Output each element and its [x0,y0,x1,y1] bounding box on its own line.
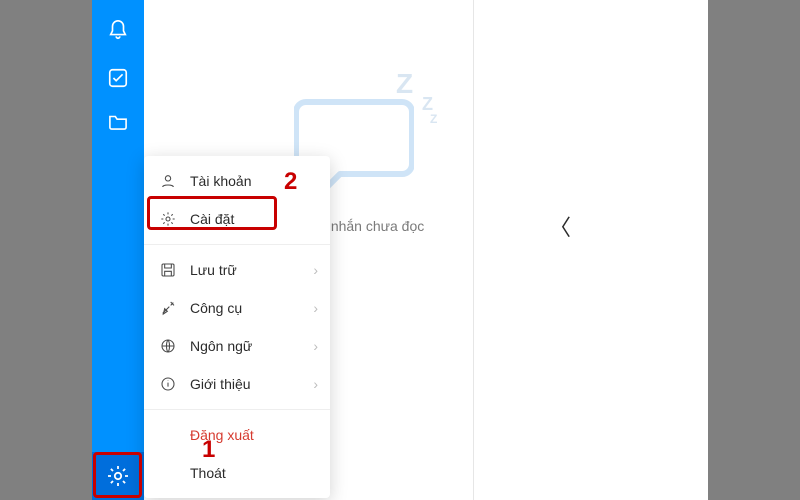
chevron-right-icon: › [313,338,318,354]
menu-item-label: Ngôn ngữ [190,338,252,354]
user-icon [158,173,178,189]
menu-item-account[interactable]: Tài khoản [144,162,330,200]
menu-item-label: Công cụ [190,300,242,316]
menu-separator [144,244,330,245]
menu-item-label: Tài khoản [190,173,251,189]
tools-icon [158,300,178,316]
menu-item-tools[interactable]: Công cụ › [144,289,330,327]
menu-item-label: Cài đặt [190,211,234,227]
menu-item-label: Giới thiệu [190,376,251,392]
menu-item-settings[interactable]: Cài đặt [144,200,330,238]
menu-item-storage[interactable]: Lưu trữ › [144,251,330,289]
sidebar [92,0,144,500]
menu-item-about[interactable]: Giới thiệu › [144,365,330,403]
chevron-right-icon: › [313,376,318,392]
notifications-icon[interactable] [92,6,144,54]
menu-separator [144,409,330,410]
save-icon [158,262,178,278]
info-icon [158,376,178,392]
menu-item-label: Thoát [190,465,226,481]
globe-icon [158,338,178,354]
app-window: 〈 ZZZ ng có tin nhắn chưa đọc Tài khoản [92,0,708,500]
menu-item-language[interactable]: Ngôn ngữ › [144,327,330,365]
menu-item-quit[interactable]: Thoát [144,454,330,492]
gear-icon [158,211,178,227]
menu-item-label: Đăng xuất [190,427,254,443]
menu-item-label: Lưu trữ [190,262,237,278]
settings-gear-icon[interactable] [92,452,144,500]
stage: 〈 ZZZ ng có tin nhắn chưa đọc Tài khoản [0,0,800,500]
todo-icon[interactable] [92,54,144,102]
chevron-right-icon: › [313,300,318,316]
content-panel: 〈 [474,0,708,500]
chevron-left-icon[interactable]: 〈 [549,210,571,242]
folder-icon[interactable] [92,102,144,140]
chevron-right-icon: › [313,262,318,278]
menu-item-logout[interactable]: Đăng xuất [144,416,330,454]
settings-popup-menu: Tài khoản Cài đặt Lưu trữ › Công [144,156,330,498]
